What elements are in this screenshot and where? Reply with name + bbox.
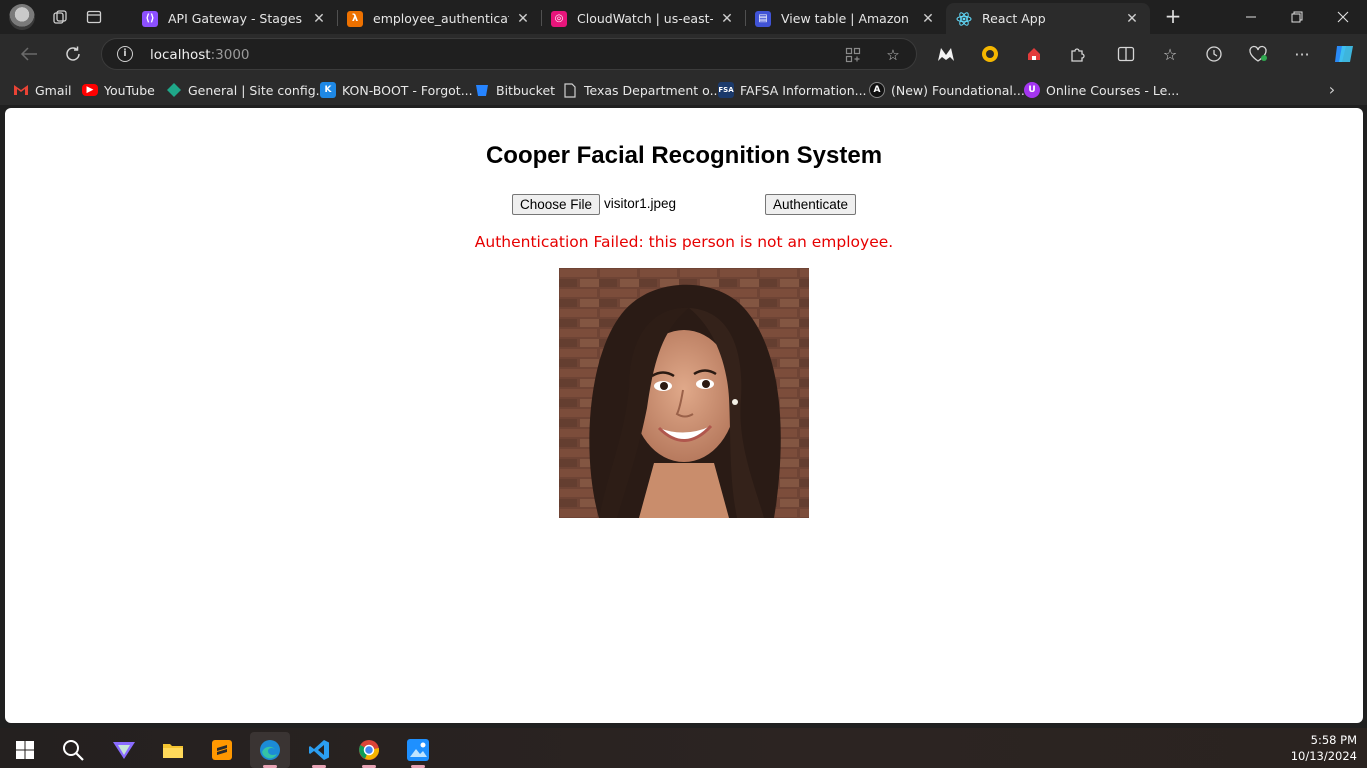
more-options-icon[interactable]: ··· [1289,42,1315,66]
browser-essentials-icon[interactable] [1245,42,1271,66]
windows-taskbar: 5:58 PM 10/13/2024 [0,728,1367,768]
bookmark-fafsa[interactable]: FSA FAFSA Information... [718,81,867,99]
api-gateway-icon: ⟨⟩ [142,10,158,27]
choose-file-button[interactable]: Choose File [512,194,600,215]
diamond-icon [166,82,182,98]
tab-title: employee_authentication | [373,11,509,26]
system-clock[interactable]: 5:58 PM 10/13/2024 [1291,732,1357,764]
chevron-right-icon[interactable]: › [1322,79,1342,99]
close-icon[interactable]: ✕ [515,11,531,27]
tab-title: API Gateway - Stages [168,11,303,26]
udemy-icon: U [1024,82,1040,98]
copilot-icon[interactable] [1331,42,1357,66]
photos-icon[interactable] [398,732,438,768]
dynamodb-icon: ▤ [755,10,771,27]
tab-title: React App [982,11,1046,26]
vscode-icon[interactable] [299,732,339,768]
refresh-icon[interactable] [60,42,86,66]
close-icon[interactable]: ✕ [920,11,936,27]
tab-lambda[interactable]: λ employee_authentication | ✕ [337,3,541,34]
selected-file-name: visitor1.jpeg [604,196,677,211]
split-screen-icon[interactable] [1113,42,1139,66]
search-icon[interactable] [53,732,93,768]
bookmark-kon-boot[interactable]: K KON-BOOT - Forgot... [320,81,473,99]
favorites-icon[interactable]: ☆ [1157,42,1183,66]
home-extension-icon[interactable] [1021,42,1047,66]
tab-api-gateway[interactable]: ⟨⟩ API Gateway - Stages ✕ [132,3,337,34]
tab-dynamodb[interactable]: ▤ View table | Amazon Dynam ✕ [745,3,946,34]
clock-date: 10/13/2024 [1290,749,1357,763]
page-icon [562,82,578,98]
react-icon [956,11,972,27]
bookmark-general-site-config[interactable]: General | Site config... [166,81,328,99]
bookmark-foundational[interactable]: A (New) Foundational... [869,81,1025,99]
extensions-puzzle-icon[interactable] [1065,42,1091,66]
malwarebytes-icon[interactable] [933,42,959,66]
app-available-icon[interactable] [843,45,863,65]
vertical-tabs-icon[interactable] [85,8,103,26]
profile-avatar[interactable] [9,4,35,30]
clock-time: 5:58 PM [1310,733,1357,747]
tab-react-app[interactable]: React App ✕ [946,3,1150,34]
tab-title: View table | Amazon Dynam [781,11,914,26]
minimize-button[interactable] [1228,0,1274,34]
gmail-icon [13,82,29,98]
uploaded-visitor-photo [559,268,809,518]
fsa-icon: FSA [718,82,734,98]
url-text[interactable]: localhost:3000 [150,47,250,63]
tab-cloudwatch[interactable]: ◎ CloudWatch | us-east-1 ✕ [541,3,745,34]
file-explorer-icon[interactable] [153,732,193,768]
cloudwatch-icon: ◎ [551,10,567,27]
bookmark-youtube[interactable]: ▶ YouTube [82,81,155,99]
chrome-icon[interactable] [349,732,389,768]
lambda-icon: λ [347,10,363,27]
proton-vpn-icon[interactable] [104,732,144,768]
close-icon[interactable]: ✕ [719,11,735,27]
tab-title: CloudWatch | us-east-1 [577,11,713,26]
page-viewport: Cooper Facial Recognition System Choose … [5,108,1363,723]
youtube-icon: ▶ [82,84,98,96]
new-tab-button[interactable]: + [1162,6,1184,28]
browser-toolbar: i localhost:3000 ☆ ☆ ··· [0,34,1367,74]
address-bar[interactable]: i localhost:3000 ☆ [101,38,917,70]
sublime-text-icon[interactable] [202,732,242,768]
history-icon[interactable] [1201,42,1227,66]
bookmark-online-courses[interactable]: U Online Courses - Le... [1024,81,1179,99]
workspaces-icon[interactable] [51,8,69,26]
close-window-button[interactable] [1320,0,1366,34]
edge-icon[interactable] [250,732,290,768]
foundational-icon: A [869,82,885,98]
close-icon[interactable]: ✕ [311,11,327,27]
favorite-star-icon[interactable]: ☆ [883,45,903,65]
authenticate-button[interactable]: Authenticate [765,194,856,215]
restore-button[interactable] [1274,0,1320,34]
close-icon[interactable]: ✕ [1124,11,1140,27]
konboot-icon: K [320,82,336,98]
bookmark-gmail[interactable]: Gmail [13,81,71,99]
bookmark-bitbucket[interactable]: Bitbucket [474,81,555,99]
site-info-icon[interactable]: i [117,46,133,62]
bookmark-texas-department[interactable]: Texas Department o... [562,81,722,99]
bookmarks-bar: Gmail ▶ YouTube General | Site config...… [0,74,1367,105]
windows-start-icon[interactable] [5,732,45,768]
extension-coin-icon[interactable] [977,42,1003,66]
authentication-status-message: Authentication Failed: this person is no… [474,233,894,251]
page-title: Cooper Facial Recognition System [485,142,883,169]
bitbucket-icon [474,82,490,98]
back-arrow-icon[interactable] [16,42,42,66]
